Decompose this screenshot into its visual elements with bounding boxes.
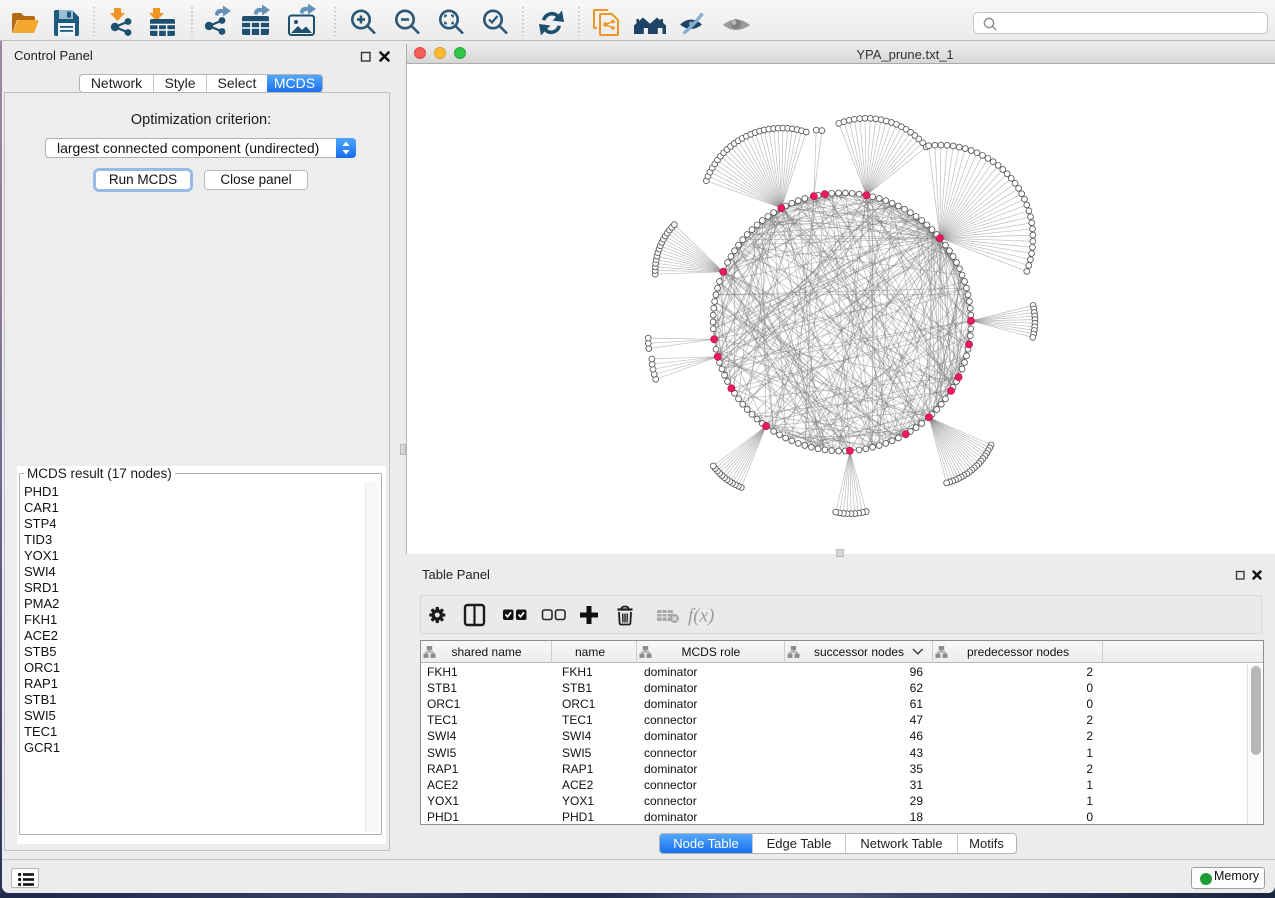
svg-text:successor nodes: successor nodes xyxy=(814,645,904,659)
svg-text:predecessor nodes: predecessor nodes xyxy=(967,645,1069,659)
svg-text:f(x): f(x) xyxy=(688,606,714,627)
svg-text:shared name: shared name xyxy=(452,645,522,659)
svg-text:name: name xyxy=(575,645,605,659)
svg-text:MCDS role: MCDS role xyxy=(682,645,741,659)
